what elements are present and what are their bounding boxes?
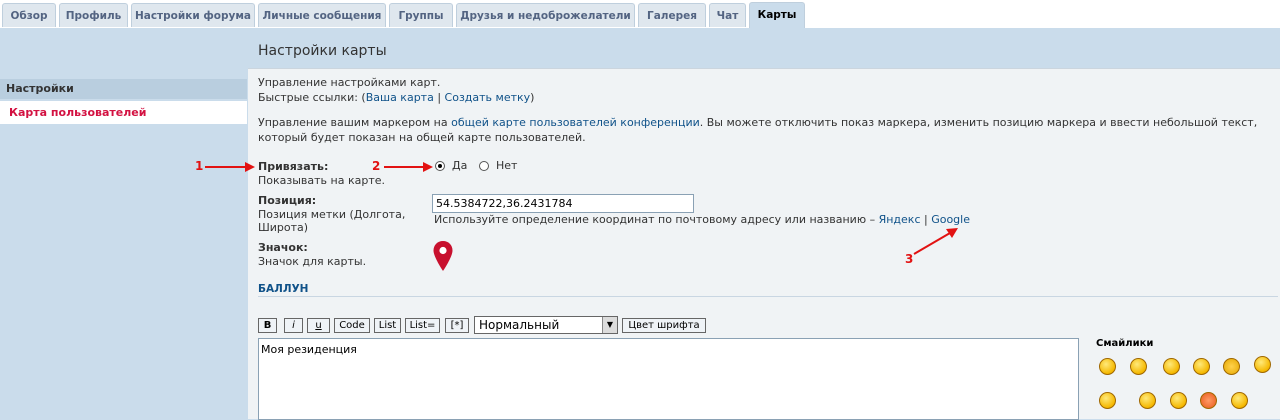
icon-label: Значок: <box>258 241 308 254</box>
arrow-right-icon <box>205 162 255 172</box>
your-map-link[interactable]: Ваша карта <box>366 91 434 104</box>
font-size-select[interactable]: Нормальный ▼ <box>474 316 618 334</box>
yandex-link[interactable]: Яндекс <box>879 213 921 226</box>
bind-yes-radio[interactable] <box>435 161 445 171</box>
shocked-smiley-icon[interactable] <box>1254 356 1271 373</box>
tab-bar: Обзор Профиль Настройки форума Личные со… <box>0 0 1280 28</box>
tab-maps[interactable]: Карты <box>749 2 805 28</box>
quick-links: Быстрые ссылки: (Ваша карта | Создать ме… <box>258 91 534 104</box>
sidebar-item-user-map[interactable]: Карта пользователей <box>0 101 247 124</box>
grin-smiley-icon[interactable] <box>1099 358 1116 375</box>
smile-smiley-icon[interactable] <box>1130 358 1147 375</box>
geocode-separator: | <box>920 213 932 226</box>
font-color-button[interactable]: Цвет шрифта <box>622 318 706 333</box>
list-button[interactable]: List <box>374 318 401 333</box>
balloon-textarea[interactable]: Моя резиденция <box>258 338 1079 420</box>
evil-smiley-icon[interactable] <box>1231 392 1248 409</box>
tab-profile[interactable]: Профиль <box>59 3 128 27</box>
tab-forum-settings[interactable]: Настройки форума <box>131 3 255 27</box>
smilies-title: Смайлики <box>1096 338 1154 349</box>
page-title: Настройки карты <box>258 43 387 59</box>
bold-button[interactable]: B <box>258 318 277 333</box>
confused-smiley-icon[interactable] <box>1170 392 1187 409</box>
tab-private-messages[interactable]: Личные сообщения <box>258 3 386 27</box>
tab-gallery[interactable]: Галерея <box>638 3 706 27</box>
geocode-hint: Используйте определение координат по поч… <box>434 213 970 226</box>
annotation-1: 1 <box>195 159 204 173</box>
tab-friends-foes[interactable]: Друзья и недоброжелатели <box>456 3 635 27</box>
section-divider <box>258 296 1278 297</box>
google-link[interactable]: Google <box>931 213 970 226</box>
position-hint-2: Широта) <box>258 221 309 234</box>
balloon-heading: БАЛЛУН <box>258 283 309 295</box>
description-line-1: Управление вашим маркером на общей карте… <box>258 116 1257 129</box>
general-map-link[interactable]: общей карте пользователей конференции <box>451 116 700 129</box>
create-marker-link[interactable]: Создать метку <box>445 91 531 104</box>
tab-groups[interactable]: Группы <box>389 3 453 27</box>
chevron-down-icon: ▼ <box>602 317 617 333</box>
surprised-smiley-icon[interactable] <box>1163 358 1180 375</box>
intro-text: Управление настройками карт. <box>258 76 441 89</box>
position-label: Позиция: <box>258 194 317 207</box>
description-rest: . Вы можете отключить показ маркера, изм… <box>699 116 1258 129</box>
bind-hint: Показывать на карте. <box>258 174 385 187</box>
description-line-2: который будет показан на общей карте пол… <box>258 131 586 144</box>
tab-overview[interactable]: Обзор <box>2 3 56 27</box>
position-input[interactable]: 54.5384722,36.2431784 <box>432 194 694 213</box>
map-pin-icon[interactable] <box>433 241 453 271</box>
bind-yes-label[interactable]: Да <box>452 159 467 172</box>
font-size-value: Нормальный <box>479 318 560 332</box>
quick-links-prefix: Быстрые ссылки: ( <box>258 91 366 104</box>
bind-no-radio[interactable] <box>479 161 489 171</box>
list-item-button[interactable]: [*] <box>445 318 469 333</box>
quick-links-suffix: ) <box>530 91 535 104</box>
underline-button[interactable]: u <box>307 318 330 333</box>
italic-button[interactable]: i <box>284 318 303 333</box>
code-button[interactable]: Code <box>334 318 370 333</box>
geocode-text: Используйте определение координат по поч… <box>434 213 879 226</box>
ordered-list-button[interactable]: List= <box>405 318 440 333</box>
quick-links-separator: | <box>433 91 445 104</box>
laugh-smiley-icon[interactable] <box>1193 358 1210 375</box>
angry-smiley-icon[interactable] <box>1200 392 1217 409</box>
bind-label: Привязать: <box>258 160 329 173</box>
shout-smiley-icon[interactable] <box>1223 358 1240 375</box>
bind-no-label[interactable]: Нет <box>496 159 517 172</box>
arrow-up-right-icon <box>913 228 958 255</box>
arrow-right-icon <box>384 162 433 172</box>
cool-smiley-icon[interactable] <box>1139 392 1156 409</box>
sidebar-heading: Настройки <box>0 79 247 99</box>
position-hint-1: Позиция метки (Долгота, <box>258 208 406 221</box>
icon-hint: Значок для карты. <box>258 255 367 268</box>
sad-smiley-icon[interactable] <box>1099 392 1116 409</box>
annotation-2: 2 <box>372 159 381 173</box>
tab-chat[interactable]: Чат <box>709 3 746 27</box>
description-prefix: Управление вашим маркером на <box>258 116 452 129</box>
